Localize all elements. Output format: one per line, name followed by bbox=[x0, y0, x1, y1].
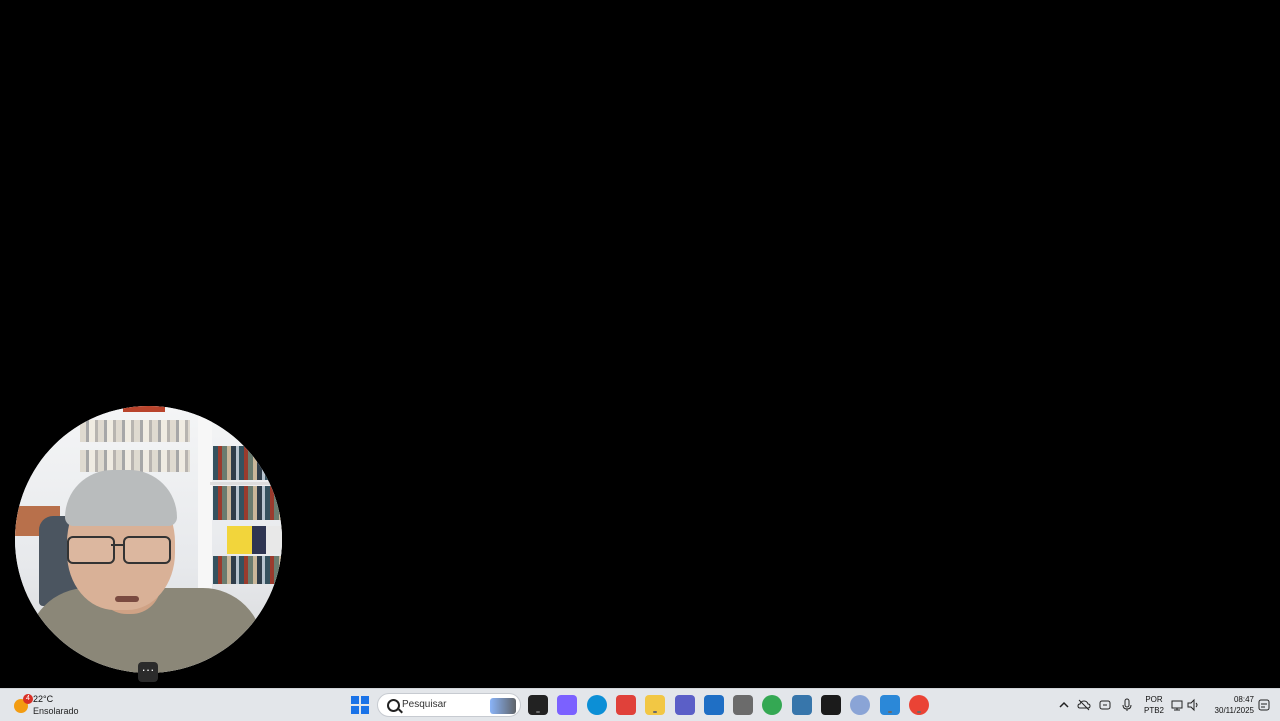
keyboard-layout: PTB2 bbox=[1143, 706, 1164, 715]
printer-icon[interactable] bbox=[733, 695, 753, 715]
running-indicator bbox=[917, 711, 921, 713]
weather-widget[interactable]: 4 22°C Ensolarado bbox=[12, 692, 102, 718]
chrome-icon[interactable] bbox=[762, 695, 782, 715]
weather-condition: Ensolarado bbox=[33, 706, 79, 716]
windows-logo-pane bbox=[361, 696, 369, 704]
running-indicator bbox=[888, 711, 892, 713]
search-placeholder: Pesquisar bbox=[402, 699, 447, 710]
store-icon[interactable] bbox=[704, 695, 724, 715]
sync-icon[interactable] bbox=[1098, 698, 1112, 712]
running-indicator bbox=[536, 711, 540, 713]
network-icon[interactable] bbox=[1170, 698, 1184, 712]
taskbar-search[interactable]: Pesquisar bbox=[377, 693, 521, 717]
search-icon bbox=[387, 699, 400, 712]
windows-logo-pane bbox=[351, 696, 359, 704]
file-explorer-icon[interactable] bbox=[645, 695, 665, 715]
webcam-decor bbox=[123, 406, 165, 412]
r-app-icon[interactable] bbox=[850, 695, 870, 715]
volume-icon[interactable] bbox=[1186, 698, 1200, 712]
python-icon[interactable] bbox=[792, 695, 812, 715]
bookshelf-right bbox=[213, 556, 282, 584]
person-mouth bbox=[115, 596, 139, 602]
chrome-profile-icon[interactable] bbox=[909, 695, 929, 715]
taskbar: 4 22°C Ensolarado Pesquisar POR PTB2 08:… bbox=[0, 688, 1280, 721]
windows-start-icon[interactable] bbox=[351, 696, 369, 714]
task-view-icon[interactable] bbox=[528, 695, 548, 715]
snipping-tool-icon[interactable] bbox=[616, 695, 636, 715]
windows-logo-pane bbox=[361, 706, 369, 714]
clock-date: 30/11/2025 bbox=[1214, 706, 1254, 715]
webcam-overlay[interactable] bbox=[15, 406, 282, 673]
windows-logo-pane bbox=[351, 706, 359, 714]
person-glasses bbox=[67, 536, 171, 564]
shelf bbox=[210, 482, 282, 485]
lens-left bbox=[67, 536, 115, 564]
bookshelf-left bbox=[80, 420, 190, 442]
running-indicator bbox=[653, 711, 657, 713]
copilot-icon[interactable] bbox=[557, 695, 577, 715]
chevron-up-icon[interactable] bbox=[1057, 698, 1071, 712]
language-code: POR bbox=[1145, 695, 1163, 704]
clock-time: 08:47 bbox=[1233, 695, 1254, 704]
lens-right bbox=[123, 536, 171, 564]
bookshelf-left bbox=[80, 450, 190, 472]
system-clock[interactable]: 08:47 30/11/2025 bbox=[1206, 694, 1254, 716]
edge-icon[interactable] bbox=[587, 695, 607, 715]
bookshelf-right bbox=[213, 486, 282, 520]
notification-badge: 4 bbox=[23, 694, 33, 704]
weather-temp: 22°C bbox=[33, 694, 54, 704]
k-app-icon[interactable] bbox=[821, 695, 841, 715]
teams-icon[interactable] bbox=[675, 695, 695, 715]
language-indicator[interactable]: POR PTB2 bbox=[1142, 694, 1166, 716]
notification-icon[interactable] bbox=[1257, 698, 1271, 712]
bookshelf-right bbox=[213, 446, 282, 480]
box-object bbox=[227, 526, 282, 554]
cloud-offline-icon[interactable] bbox=[1077, 698, 1091, 712]
microphone-icon[interactable] bbox=[1120, 698, 1134, 712]
search-highlight-icon bbox=[490, 698, 516, 714]
webcam-more-button[interactable]: ··· bbox=[138, 662, 158, 682]
photos-icon[interactable] bbox=[880, 695, 900, 715]
